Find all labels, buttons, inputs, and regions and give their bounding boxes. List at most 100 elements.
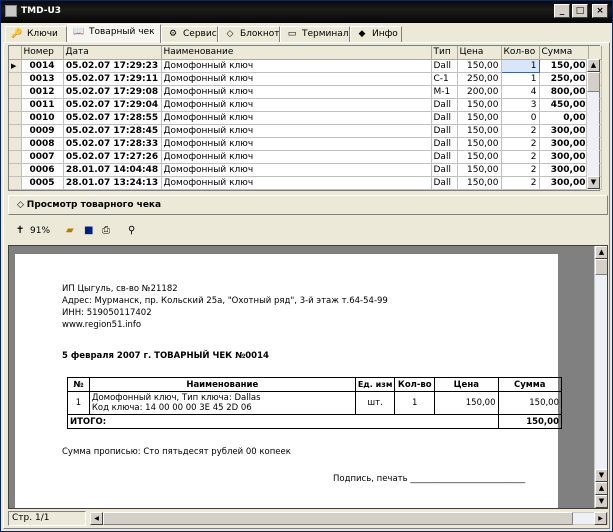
table-cell: 0006: [21, 163, 64, 177]
row-indicator: [9, 137, 22, 151]
tab-strip: 🔑 Ключи 📖 Товарный чек ⚙ Сервис ◇ Блокнот ▭ Т…: [3, 24, 610, 43]
table-row[interactable]: 0009 05.02.07 17:28:45 Домофонный ключ Dall…: [9, 124, 602, 138]
table-row[interactable]: 0005 28.01.07 13:24:13 Домофонный ключ Dall…: [9, 176, 602, 190]
table-cell: 0009: [21, 124, 64, 138]
table-cell: 300,00: [539, 124, 589, 138]
table-cell: Домофонный ключ: [161, 98, 432, 112]
table-cell: 150,00: [457, 98, 502, 112]
table-cell: 150,00: [457, 176, 502, 190]
col-header[interactable]: Дата: [63, 46, 162, 60]
sum-in-words: Сумма прописью: Сто пятьдесят рублей 00 …: [62, 447, 291, 457]
app-window: TMD-U3 _ □ × 🔑 Ключи 📖 Товарный чек ⚙ Серви…: [0, 0, 613, 532]
tab-info[interactable]: ◆ Инфо: [350, 26, 402, 43]
table-cell: 2: [501, 137, 540, 151]
table-cell: 300,00: [539, 176, 589, 190]
minimize-button[interactable]: _: [554, 4, 570, 18]
table-cell: 05.02.07 17:29:08: [63, 85, 162, 99]
preview-toolbar: ✝ 91% ▰ ■ ⎙ ⚲: [8, 221, 608, 243]
table-cell: 1: [501, 72, 540, 86]
preview-scrollbar[interactable]: ▲ ▼ ▲ ▼: [594, 246, 607, 508]
table-cell: M-1: [431, 85, 458, 99]
tab-terminal[interactable]: ▭ Терминал: [280, 26, 350, 43]
table-cell: 800,00: [539, 85, 589, 99]
row-indicator: [9, 98, 22, 112]
view-icon: ◇: [17, 200, 27, 210]
table-cell: 2: [501, 124, 540, 138]
table-row[interactable]: 0011 05.02.07 17:29:04 Домофонный ключ Dall…: [9, 98, 602, 112]
tab-service[interactable]: ⚙ Сервис: [161, 26, 218, 43]
preview-hscrollbar[interactable]: ◀ ▶: [90, 512, 608, 525]
book-icon: 📖: [73, 27, 85, 37]
app-icon: [5, 5, 17, 17]
col-header[interactable]: Тип: [431, 46, 458, 60]
table-cell: 150,00: [457, 150, 502, 164]
page-down-button[interactable]: ▼: [595, 495, 607, 508]
table-cell: 4: [501, 85, 540, 99]
table-cell: 150,00: [457, 137, 502, 151]
table-cell: Домофонный ключ: [161, 163, 432, 177]
receipt-panel: Номер Дата Наименование Тип Цена Кол-во …: [3, 42, 610, 529]
print-icon[interactable]: ⎙: [102, 225, 110, 236]
page-up-button[interactable]: ▲: [595, 482, 607, 495]
receipts-grid[interactable]: Номер Дата Наименование Тип Цена Кол-во …: [8, 45, 602, 191]
row-indicator: [9, 85, 22, 99]
table-cell: 250,00: [539, 72, 589, 86]
tab-notepad[interactable]: ◇ Блокнот: [218, 26, 280, 43]
table-cell: 3: [501, 98, 540, 112]
tab-keys[interactable]: 🔑 Ключи: [5, 26, 67, 43]
service-icon: ⚙: [168, 29, 178, 39]
scroll-left-button[interactable]: ◀: [90, 512, 103, 525]
table-cell: Dall: [431, 176, 458, 190]
table-cell: 05.02.07 17:29:11: [63, 72, 162, 86]
table-row[interactable]: ▶ 0014 05.02.07 17:29:23 Домофонный ключ Dal…: [9, 58, 602, 73]
table-cell: 0008: [21, 137, 64, 151]
receipt-heading: 5 февраля 2007 г. ТОВАРНЫЙ ЧЕК №0014: [62, 351, 269, 361]
save-icon[interactable]: ■: [84, 225, 93, 236]
table-cell: 28.01.07 14:04:48: [63, 163, 162, 177]
receipt-item-row: 1 Домофонный ключ, Тип ключа: Dallas Код …: [67, 391, 562, 415]
scroll-thumb[interactable]: [587, 72, 600, 92]
col-header[interactable]: Наименование: [161, 46, 432, 60]
table-cell: 05.02.07 17:28:55: [63, 111, 162, 125]
table-cell: C-1: [431, 72, 458, 86]
table-cell: 300,00: [539, 150, 589, 164]
table-cell: 0013: [21, 72, 64, 86]
col-header[interactable]: Кол-во: [501, 46, 540, 60]
find-icon[interactable]: ⚲: [128, 225, 135, 236]
notepad-icon: ◇: [226, 29, 234, 39]
view-receipt-button[interactable]: ◇ Просмотр товарного чека: [8, 195, 608, 215]
maximize-button[interactable]: □: [572, 4, 588, 18]
zoom-level[interactable]: 91%: [30, 226, 50, 236]
table-cell: 05.02.07 17:29:23: [63, 59, 162, 73]
row-indicator: [9, 124, 22, 138]
preview-scroll-thumb[interactable]: [595, 259, 607, 275]
table-cell: 0007: [21, 150, 64, 164]
table-cell: Домофонный ключ: [161, 150, 432, 164]
col-header[interactable]: Цена: [457, 46, 502, 60]
company-inn: ИНН: 519050117402: [62, 308, 152, 318]
scroll-up-button[interactable]: ▲: [587, 59, 600, 72]
close-button[interactable]: ×: [592, 4, 608, 18]
table-row[interactable]: 0007 05.02.07 17:27:26 Домофонный ключ Dall…: [9, 150, 602, 164]
tab-receipt[interactable]: 📖 Товарный чек: [67, 24, 161, 43]
table-cell: Dall: [431, 163, 458, 177]
table-row[interactable]: 0006 28.01.07 14:04:48 Домофонный ключ Dall…: [9, 163, 602, 177]
preview-scroll-up[interactable]: ▲: [595, 246, 607, 259]
col-header[interactable]: Номер: [21, 46, 64, 60]
scroll-down-button[interactable]: ▼: [587, 176, 600, 189]
scroll-right-button[interactable]: ▶: [594, 512, 607, 525]
table-row[interactable]: 0012 05.02.07 17:29:08 Домофонный ключ M-1 2…: [9, 85, 602, 99]
table-row[interactable]: 0010 05.02.07 17:28:55 Домофонный ключ Dall…: [9, 111, 602, 125]
table-cell: 2: [501, 176, 540, 190]
table-cell: 2: [501, 163, 540, 177]
hscroll-thumb[interactable]: [103, 512, 573, 525]
zoom-icon[interactable]: ✝: [16, 225, 24, 236]
grid-scrollbar[interactable]: ▲ ▼: [586, 59, 600, 190]
table-cell: Dall: [431, 59, 458, 73]
table-row[interactable]: 0008 05.02.07 17:28:33 Домофонный ключ Dall…: [9, 137, 602, 151]
col-header[interactable]: Сумма: [539, 46, 589, 60]
preview-scroll-down[interactable]: ▼: [595, 469, 607, 482]
open-folder-icon[interactable]: ▰: [66, 225, 74, 236]
table-row[interactable]: 0013 05.02.07 17:29:11 Домофонный ключ C-1 2…: [9, 72, 602, 86]
row-indicator: [9, 111, 22, 125]
